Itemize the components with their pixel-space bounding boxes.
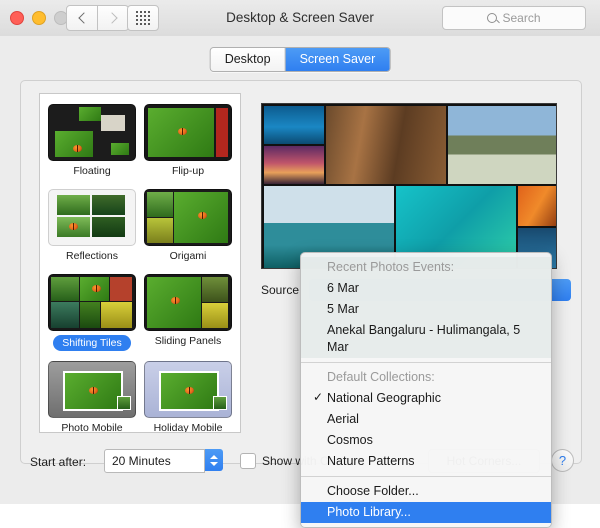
screensaver-thumbnail — [48, 274, 136, 331]
tab-screen-saver[interactable]: Screen Saver — [286, 48, 390, 71]
menu-item-6-mar[interactable]: 6 Mar — [301, 278, 551, 299]
screensaver-grid: Floating Flip-up Ref — [40, 94, 240, 433]
preview-tile-bark — [326, 106, 446, 184]
search-placeholder: Search — [502, 11, 540, 25]
help-button[interactable]: ? — [551, 449, 574, 472]
screensaver-label: Flip-up — [172, 165, 204, 177]
screensaver-thumbnail — [48, 361, 136, 418]
menu-item-national-geographic[interactable]: ✓ National Geographic — [301, 388, 551, 409]
screensaver-label: Holiday Mobile — [154, 422, 223, 433]
screensaver-label: Photo Mobile — [61, 422, 122, 433]
screensaver-thumbnail — [48, 189, 136, 246]
menu-section-recent: Recent Photos Events: 6 Mar 5 Mar Anekal… — [301, 257, 551, 358]
start-after-label: Start after: — [30, 455, 86, 469]
menu-item-aerial[interactable]: Aerial — [301, 409, 551, 430]
preview-tile-valley — [448, 106, 557, 184]
screensaver-label-selected: Shifting Tiles — [53, 335, 131, 351]
screensaver-thumbnail — [48, 104, 136, 161]
menu-item-label: National Geographic — [327, 391, 441, 405]
screensaver-label: Sliding Panels — [155, 335, 222, 347]
checkmark-icon: ✓ — [313, 389, 323, 406]
menu-header-default: Default Collections: — [301, 367, 551, 388]
menu-item-5-mar[interactable]: 5 Mar — [301, 299, 551, 320]
start-after-stepper[interactable]: 20 Minutes — [104, 449, 223, 473]
preview-tile-savanna — [264, 146, 324, 184]
menu-item-anekal-bangaluru[interactable]: Anekal Bangaluru - Hulimangala, 5 Mar — [301, 320, 551, 358]
menu-item-photo-library[interactable]: Photo Library... — [301, 502, 551, 523]
menu-item-choose-folder[interactable]: Choose Folder... — [301, 481, 551, 502]
screensaver-item-shifting-tiles[interactable]: Shifting Tiles — [44, 270, 140, 357]
screensaver-label: Origami — [170, 250, 207, 262]
source-label: Source — [261, 283, 299, 297]
screensaver-preview — [261, 103, 557, 269]
menu-section-actions: Choose Folder... Photo Library... — [301, 481, 551, 523]
screensaver-label: Floating — [73, 165, 110, 177]
preferences-window: Desktop & Screen Saver Search Desktop Sc… — [0, 0, 600, 504]
menu-separator — [301, 362, 551, 363]
menu-item-nature-patterns[interactable]: Nature Patterns — [301, 451, 551, 472]
preview-tile-column — [264, 106, 324, 184]
preview-tile-fish — [264, 106, 324, 144]
screensaver-thumbnail — [144, 274, 232, 331]
screensaver-thumbnail — [144, 189, 232, 246]
screensaver-item-origami[interactable]: Origami — [140, 185, 236, 270]
screensaver-item-sliding-panels[interactable]: Sliding Panels — [140, 270, 236, 357]
search-icon — [487, 13, 497, 23]
tab-bar: Desktop Screen Saver — [0, 36, 600, 80]
screensaver-thumbnail — [144, 361, 232, 418]
tab-desktop[interactable]: Desktop — [211, 48, 286, 71]
screensaver-item-photo-mobile[interactable]: Photo Mobile — [44, 357, 140, 433]
menu-separator — [301, 476, 551, 477]
preview-tile-orange — [518, 186, 557, 226]
source-dropdown-menu[interactable]: Recent Photos Events: 6 Mar 5 Mar Anekal… — [300, 252, 552, 528]
screensaver-thumbnail — [144, 104, 232, 161]
screensaver-item-reflections[interactable]: Reflections — [44, 185, 140, 270]
menu-item-cosmos[interactable]: Cosmos — [301, 430, 551, 451]
screensaver-item-holiday-mobile[interactable]: Holiday Mobile — [140, 357, 236, 433]
screensaver-item-floating[interactable]: Floating — [44, 100, 140, 185]
screensaver-list[interactable]: Floating Flip-up Ref — [39, 93, 241, 433]
start-after-value[interactable]: 20 Minutes — [104, 449, 205, 473]
checkbox-box-icon[interactable] — [240, 453, 256, 469]
screensaver-item-flip-up[interactable]: Flip-up — [140, 100, 236, 185]
search-field[interactable]: Search — [442, 6, 586, 30]
title-bar: Desktop & Screen Saver Search — [0, 0, 600, 37]
tab-segmented-control: Desktop Screen Saver — [210, 47, 391, 72]
menu-header-recent: Recent Photos Events: — [301, 257, 551, 278]
screensaver-label: Reflections — [66, 250, 118, 262]
stepper-arrows-icon[interactable] — [205, 449, 223, 471]
menu-section-default: Default Collections: ✓ National Geograph… — [301, 367, 551, 472]
